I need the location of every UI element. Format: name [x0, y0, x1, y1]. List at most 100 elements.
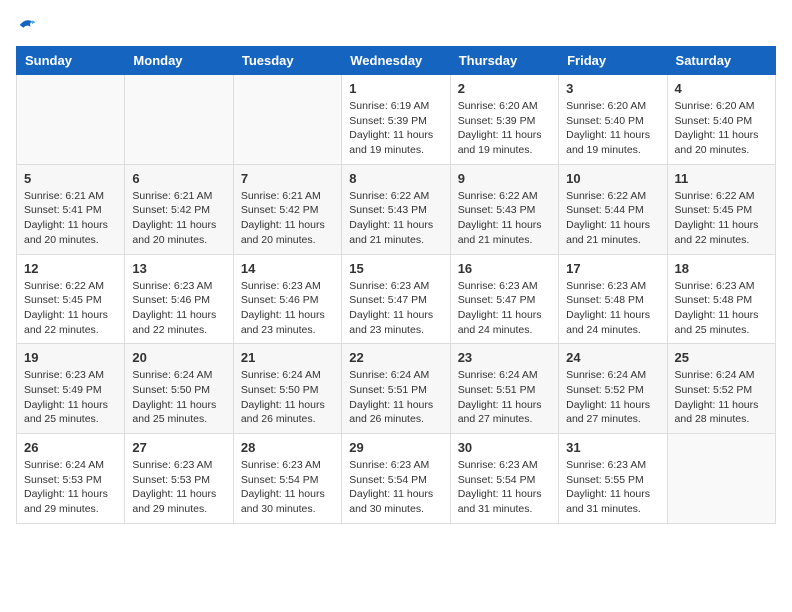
- day-info: Sunrise: 6:23 AM Sunset: 5:46 PM Dayligh…: [241, 279, 334, 338]
- day-info: Sunrise: 6:23 AM Sunset: 5:53 PM Dayligh…: [132, 458, 225, 517]
- calendar-cell: 2 Sunrise: 6:20 AM Sunset: 5:39 PM Daylig…: [450, 75, 558, 165]
- day-number: 2: [458, 81, 551, 96]
- calendar-cell: 18 Sunrise: 6:23 AM Sunset: 5:48 PM Dayli…: [667, 254, 775, 344]
- day-number: 12: [24, 261, 117, 276]
- day-number: 19: [24, 350, 117, 365]
- calendar-week-row: 19 Sunrise: 6:23 AM Sunset: 5:49 PM Dayli…: [17, 344, 776, 434]
- day-number: 14: [241, 261, 334, 276]
- day-info: Sunrise: 6:22 AM Sunset: 5:43 PM Dayligh…: [458, 189, 551, 248]
- day-info: Sunrise: 6:22 AM Sunset: 5:45 PM Dayligh…: [675, 189, 768, 248]
- day-info: Sunrise: 6:23 AM Sunset: 5:47 PM Dayligh…: [349, 279, 442, 338]
- logo: [16, 16, 36, 34]
- day-number: 5: [24, 171, 117, 186]
- calendar-week-row: 26 Sunrise: 6:24 AM Sunset: 5:53 PM Dayli…: [17, 434, 776, 524]
- day-number: 1: [349, 81, 442, 96]
- day-info: Sunrise: 6:21 AM Sunset: 5:42 PM Dayligh…: [241, 189, 334, 248]
- calendar-cell: 4 Sunrise: 6:20 AM Sunset: 5:40 PM Daylig…: [667, 75, 775, 165]
- day-info: Sunrise: 6:24 AM Sunset: 5:51 PM Dayligh…: [458, 368, 551, 427]
- calendar-cell: [125, 75, 233, 165]
- weekday-header-friday: Friday: [559, 47, 667, 75]
- calendar-cell: 25 Sunrise: 6:24 AM Sunset: 5:52 PM Dayli…: [667, 344, 775, 434]
- calendar-cell: 26 Sunrise: 6:24 AM Sunset: 5:53 PM Dayli…: [17, 434, 125, 524]
- calendar-cell: 7 Sunrise: 6:21 AM Sunset: 5:42 PM Daylig…: [233, 164, 341, 254]
- day-number: 10: [566, 171, 659, 186]
- day-info: Sunrise: 6:24 AM Sunset: 5:52 PM Dayligh…: [675, 368, 768, 427]
- day-number: 16: [458, 261, 551, 276]
- day-info: Sunrise: 6:22 AM Sunset: 5:45 PM Dayligh…: [24, 279, 117, 338]
- weekday-header-thursday: Thursday: [450, 47, 558, 75]
- day-number: 17: [566, 261, 659, 276]
- day-number: 30: [458, 440, 551, 455]
- day-info: Sunrise: 6:24 AM Sunset: 5:50 PM Dayligh…: [132, 368, 225, 427]
- logo-bird-icon: [18, 16, 36, 34]
- day-info: Sunrise: 6:21 AM Sunset: 5:41 PM Dayligh…: [24, 189, 117, 248]
- day-info: Sunrise: 6:24 AM Sunset: 5:51 PM Dayligh…: [349, 368, 442, 427]
- calendar-cell: 12 Sunrise: 6:22 AM Sunset: 5:45 PM Dayli…: [17, 254, 125, 344]
- calendar-cell: 10 Sunrise: 6:22 AM Sunset: 5:44 PM Dayli…: [559, 164, 667, 254]
- day-info: Sunrise: 6:20 AM Sunset: 5:40 PM Dayligh…: [675, 99, 768, 158]
- calendar-cell: 13Sunrise: 6:23 AM Sunset: 5:46 PM Dayli…: [125, 254, 233, 344]
- day-number: 8: [349, 171, 442, 186]
- day-info: Sunrise: 6:23 AM Sunset: 5:54 PM Dayligh…: [349, 458, 442, 517]
- weekday-header-saturday: Saturday: [667, 47, 775, 75]
- calendar-cell: 19 Sunrise: 6:23 AM Sunset: 5:49 PM Dayli…: [17, 344, 125, 434]
- calendar-cell: [667, 434, 775, 524]
- calendar-cell: [17, 75, 125, 165]
- day-number: 3: [566, 81, 659, 96]
- day-number: 4: [675, 81, 768, 96]
- day-info: Sunrise: 6:23 AM Sunset: 5:49 PM Dayligh…: [24, 368, 117, 427]
- day-number: 21: [241, 350, 334, 365]
- day-info: Sunrise: 6:24 AM Sunset: 5:52 PM Dayligh…: [566, 368, 659, 427]
- day-info: Sunrise: 6:22 AM Sunset: 5:43 PM Dayligh…: [349, 189, 442, 248]
- calendar-header-row: SundayMondayTuesdayWednesdayThursdayFrid…: [17, 47, 776, 75]
- day-info: Sunrise: 6:23 AM Sunset: 5:55 PM Dayligh…: [566, 458, 659, 517]
- weekday-header-tuesday: Tuesday: [233, 47, 341, 75]
- day-info: Sunrise: 6:22 AM Sunset: 5:44 PM Dayligh…: [566, 189, 659, 248]
- day-number: 15: [349, 261, 442, 276]
- day-info: Sunrise: 6:20 AM Sunset: 5:39 PM Dayligh…: [458, 99, 551, 158]
- day-number: 31: [566, 440, 659, 455]
- calendar-cell: 9Sunrise: 6:22 AM Sunset: 5:43 PM Daylig…: [450, 164, 558, 254]
- day-info: Sunrise: 6:24 AM Sunset: 5:53 PM Dayligh…: [24, 458, 117, 517]
- day-info: Sunrise: 6:19 AM Sunset: 5:39 PM Dayligh…: [349, 99, 442, 158]
- day-number: 20: [132, 350, 225, 365]
- calendar-week-row: 5 Sunrise: 6:21 AM Sunset: 5:41 PM Daylig…: [17, 164, 776, 254]
- weekday-header-wednesday: Wednesday: [342, 47, 450, 75]
- calendar-cell: 22 Sunrise: 6:24 AM Sunset: 5:51 PM Dayli…: [342, 344, 450, 434]
- calendar-table: SundayMondayTuesdayWednesdayThursdayFrid…: [16, 46, 776, 524]
- day-info: Sunrise: 6:23 AM Sunset: 5:54 PM Dayligh…: [458, 458, 551, 517]
- day-number: 27: [132, 440, 225, 455]
- calendar-cell: 15 Sunrise: 6:23 AM Sunset: 5:47 PM Dayli…: [342, 254, 450, 344]
- calendar-cell: 17Sunrise: 6:23 AM Sunset: 5:48 PM Dayli…: [559, 254, 667, 344]
- weekday-header-sunday: Sunday: [17, 47, 125, 75]
- page-header: [16, 16, 776, 34]
- day-number: 26: [24, 440, 117, 455]
- calendar-cell: 1 Sunrise: 6:19 AM Sunset: 5:39 PM Daylig…: [342, 75, 450, 165]
- day-number: 22: [349, 350, 442, 365]
- calendar-week-row: 1 Sunrise: 6:19 AM Sunset: 5:39 PM Daylig…: [17, 75, 776, 165]
- calendar-cell: 14 Sunrise: 6:23 AM Sunset: 5:46 PM Dayli…: [233, 254, 341, 344]
- calendar-cell: 21Sunrise: 6:24 AM Sunset: 5:50 PM Dayli…: [233, 344, 341, 434]
- day-number: 25: [675, 350, 768, 365]
- calendar-cell: 11 Sunrise: 6:22 AM Sunset: 5:45 PM Dayli…: [667, 164, 775, 254]
- calendar-week-row: 12 Sunrise: 6:22 AM Sunset: 5:45 PM Dayli…: [17, 254, 776, 344]
- calendar-cell: 23 Sunrise: 6:24 AM Sunset: 5:51 PM Dayli…: [450, 344, 558, 434]
- day-number: 23: [458, 350, 551, 365]
- day-info: Sunrise: 6:20 AM Sunset: 5:40 PM Dayligh…: [566, 99, 659, 158]
- calendar-cell: 6Sunrise: 6:21 AM Sunset: 5:42 PM Daylig…: [125, 164, 233, 254]
- day-number: 11: [675, 171, 768, 186]
- calendar-cell: 28Sunrise: 6:23 AM Sunset: 5:54 PM Dayli…: [233, 434, 341, 524]
- day-number: 18: [675, 261, 768, 276]
- calendar-cell: 3 Sunrise: 6:20 AM Sunset: 5:40 PM Daylig…: [559, 75, 667, 165]
- calendar-cell: 31 Sunrise: 6:23 AM Sunset: 5:55 PM Dayli…: [559, 434, 667, 524]
- day-info: Sunrise: 6:23 AM Sunset: 5:47 PM Dayligh…: [458, 279, 551, 338]
- calendar-cell: 20 Sunrise: 6:24 AM Sunset: 5:50 PM Dayli…: [125, 344, 233, 434]
- day-info: Sunrise: 6:21 AM Sunset: 5:42 PM Dayligh…: [132, 189, 225, 248]
- day-info: Sunrise: 6:23 AM Sunset: 5:46 PM Dayligh…: [132, 279, 225, 338]
- calendar-cell: 5 Sunrise: 6:21 AM Sunset: 5:41 PM Daylig…: [17, 164, 125, 254]
- calendar-cell: 16 Sunrise: 6:23 AM Sunset: 5:47 PM Dayli…: [450, 254, 558, 344]
- day-number: 7: [241, 171, 334, 186]
- day-info: Sunrise: 6:23 AM Sunset: 5:48 PM Dayligh…: [675, 279, 768, 338]
- calendar-cell: 29Sunrise: 6:23 AM Sunset: 5:54 PM Dayli…: [342, 434, 450, 524]
- calendar-cell: 30 Sunrise: 6:23 AM Sunset: 5:54 PM Dayli…: [450, 434, 558, 524]
